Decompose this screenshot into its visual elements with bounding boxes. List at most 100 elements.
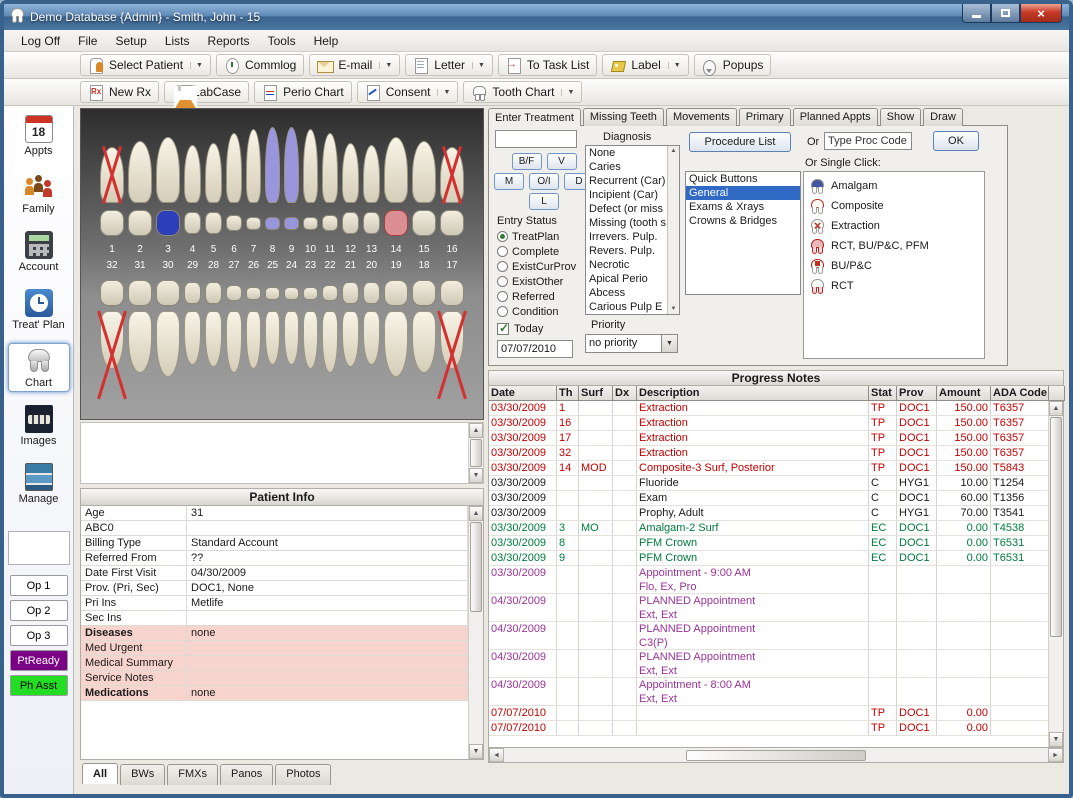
sidebar-item-family[interactable]: Family	[8, 169, 70, 218]
diagnosis-item-irrevers-pulp[interactable]: Irrevers. Pulp.	[586, 230, 666, 244]
tab-movements[interactable]: Movements	[666, 108, 737, 126]
tooth-number-input[interactable]	[495, 130, 577, 148]
surface-button-l[interactable]: L	[529, 193, 559, 210]
scroll-up-arrow[interactable]: ▲	[469, 506, 483, 521]
column-header-th[interactable]: Th	[557, 386, 579, 401]
tooth-occlusal-20[interactable]	[363, 282, 380, 304]
toolbar-button-new-rx[interactable]: New Rx	[80, 81, 159, 103]
tooth-24[interactable]	[284, 311, 299, 365]
tooth-occlusal-24[interactable]	[284, 287, 299, 300]
tooth-occlusal-5[interactable]	[205, 212, 222, 234]
image-tab-panos[interactable]: Panos	[220, 764, 273, 785]
tooth-25[interactable]	[265, 311, 280, 365]
tooth-19[interactable]	[384, 311, 408, 377]
progress-notes-vertical-scrollbar[interactable]: ▲ ▼	[1048, 401, 1063, 747]
progress-notes-row[interactable]: 03/30/20093MOAmalgam-2 SurfECDOC10.00T45…	[489, 521, 1049, 536]
proc-code-input[interactable]: Type Proc Code	[824, 132, 912, 150]
diagnosis-item-incipient-car[interactable]: Incipient (Car)	[586, 188, 666, 202]
scroll-thumb[interactable]	[470, 439, 482, 467]
surface-button-m[interactable]: M	[494, 173, 524, 190]
today-checkbox[interactable]	[497, 323, 509, 335]
tooth-occlusal-10[interactable]	[303, 217, 318, 230]
toolbar-button-select-patient[interactable]: Select Patient▼	[80, 54, 211, 76]
tooth-occlusal-22[interactable]	[322, 285, 338, 301]
tooth-31[interactable]	[128, 311, 152, 373]
tooth-occlusal-6[interactable]	[226, 215, 242, 231]
tab-missing-teeth[interactable]: Missing Teeth	[583, 108, 664, 126]
tooth-26[interactable]	[246, 311, 261, 369]
scroll-thumb[interactable]	[1050, 417, 1062, 637]
tab-draw[interactable]: Draw	[923, 108, 963, 126]
progress-notes-row[interactable]: 07/07/2010TPDOC10.00	[489, 721, 1049, 736]
tooth-occlusal-26[interactable]	[246, 287, 261, 300]
toolbar-button-letter[interactable]: Letter▼	[405, 54, 493, 76]
dropdown-arrow-icon[interactable]: ▼	[668, 62, 681, 69]
tooth-occlusal-9[interactable]	[284, 217, 299, 230]
quick-button-rct-bu-p-c-pfm[interactable]: RCT, BU/P&C, PFM	[804, 236, 984, 256]
op-button-op-1[interactable]: Op 1	[10, 575, 68, 596]
tooth-occlusal-21[interactable]	[342, 282, 359, 304]
procedure-list-button[interactable]: Procedure List	[689, 132, 791, 152]
tooth-occlusal-23[interactable]	[303, 287, 318, 300]
column-header-surf[interactable]: Surf	[579, 386, 613, 401]
column-header-date[interactable]: Date	[489, 386, 557, 401]
toolbar-button-consent[interactable]: Consent▼	[357, 81, 459, 103]
menu-item-lists[interactable]: Lists	[156, 31, 199, 51]
dropdown-arrow-icon[interactable]: ▼	[561, 89, 574, 96]
progress-notes-row[interactable]: 03/30/2009FluorideCHYG110.00T1254	[489, 476, 1049, 491]
tooth-occlusal-11[interactable]	[322, 215, 338, 231]
toolbar-button-perio-chart[interactable]: Perio Chart	[254, 81, 352, 103]
radio-treatplan[interactable]: TreatPlan	[497, 229, 576, 244]
progress-notes-row[interactable]: 04/30/2009PLANNED AppointmentExt, Ext	[489, 594, 1049, 622]
sidebar-item-treat-plan[interactable]: Treat' Plan	[8, 285, 70, 334]
diagnosis-item-carious-pulp-e[interactable]: Carious Pulp E	[586, 300, 666, 314]
tooth-occlusal-32[interactable]	[100, 280, 124, 306]
tooth-5[interactable]	[205, 143, 222, 203]
progress-notes-row[interactable]: 03/30/20091ExtractionTPDOC1150.00T6357	[489, 401, 1049, 416]
progress-notes-row[interactable]: 03/30/200932ExtractionTPDOC1150.00T6357	[489, 446, 1049, 461]
tooth-occlusal-2[interactable]	[128, 210, 152, 236]
quick-button-bu-p-c[interactable]: BU/P&C	[804, 256, 984, 276]
scroll-up-arrow[interactable]: ▲	[469, 423, 483, 438]
tooth-occlusal-3[interactable]	[156, 210, 180, 236]
tooth-14[interactable]	[384, 137, 408, 203]
tooth-12[interactable]	[342, 143, 359, 203]
toolbar-button-commlog[interactable]: Commlog	[216, 54, 304, 76]
progress-notes-row[interactable]: 04/30/2009PLANNED AppointmentC3(P)	[489, 622, 1049, 650]
tooth-occlusal-29[interactable]	[184, 282, 201, 304]
scroll-up-arrow[interactable]: ▲	[1049, 401, 1063, 416]
image-tab-all[interactable]: All	[82, 763, 118, 784]
tooth-27[interactable]	[226, 311, 242, 373]
quick-category-crowns-bridges[interactable]: Crowns & Bridges	[686, 214, 800, 228]
tooth-10[interactable]	[303, 129, 318, 203]
tooth-occlusal-30[interactable]	[156, 280, 180, 306]
tooth-29[interactable]	[184, 311, 201, 365]
image-tab-fmxs[interactable]: FMXs	[167, 764, 218, 785]
image-tab-photos[interactable]: Photos	[275, 764, 331, 785]
tooth-occlusal-14[interactable]	[384, 210, 408, 236]
menu-item-setup[interactable]: Setup	[106, 31, 155, 51]
tooth-7[interactable]	[246, 129, 261, 203]
tooth-occlusal-1[interactable]	[100, 210, 124, 236]
tooth-occlusal-28[interactable]	[205, 282, 222, 304]
radio-referred[interactable]: Referred	[497, 289, 576, 304]
tooth-occlusal-7[interactable]	[246, 217, 261, 230]
tooth-23[interactable]	[303, 311, 318, 369]
tooth-4[interactable]	[184, 145, 201, 203]
diagnosis-item-apical-perio[interactable]: Apical Perio	[586, 272, 666, 286]
scroll-down-arrow[interactable]: ▼	[469, 744, 483, 759]
title-bar[interactable]: Demo Database {Admin} - Smith, John - 15…	[4, 4, 1069, 30]
dropdown-arrow-icon[interactable]: ▼	[190, 62, 203, 69]
diagnosis-item-defect-or-miss[interactable]: Defect (or miss	[586, 202, 666, 216]
tooth-8[interactable]	[265, 127, 280, 203]
radio-condition[interactable]: Condition	[497, 304, 576, 319]
toolbar-button-label[interactable]: Label▼	[602, 54, 688, 76]
diagnosis-item-necrotic[interactable]: Necrotic	[586, 258, 666, 272]
progress-notes-row[interactable]: 03/30/200916ExtractionTPDOC1150.00T6357	[489, 416, 1049, 431]
progress-notes-row[interactable]: 03/30/2009Appointment - 9:00 AMFlo, Ex, …	[489, 566, 1049, 594]
maximize-button[interactable]	[991, 4, 1020, 23]
tooth-occlusal-12[interactable]	[342, 212, 359, 234]
menu-item-help[interactable]: Help	[305, 31, 348, 51]
tooth-occlusal-4[interactable]	[184, 212, 201, 234]
tooth-chart-canvas[interactable]: 1234567891011121314151632313029282726252…	[80, 108, 484, 420]
